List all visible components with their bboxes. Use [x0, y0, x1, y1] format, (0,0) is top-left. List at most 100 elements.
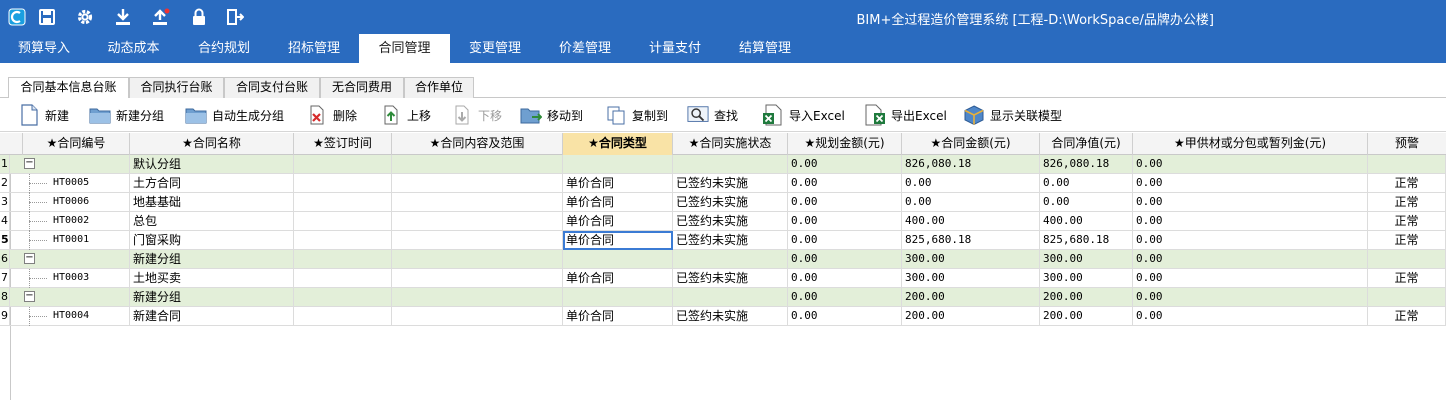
cell-planned[interactable]: 0.00	[788, 250, 902, 269]
download-icon[interactable]	[113, 7, 133, 27]
header-contract-scope[interactable]: ★合同内容及范围	[392, 133, 563, 155]
cell-net[interactable]: 825,680.18	[1040, 231, 1133, 250]
cell-type[interactable]: 单价合同	[563, 174, 673, 193]
move-to-button[interactable]: 移动到	[520, 103, 583, 127]
cell-status[interactable]: 已签约未实施	[673, 231, 788, 250]
header-sign-time[interactable]: ★签订时间	[294, 133, 392, 155]
lock-icon[interactable]	[189, 7, 209, 27]
cell-scope[interactable]	[392, 250, 563, 269]
menu-bidding[interactable]: 招标管理	[269, 34, 359, 63]
cell-code[interactable]: HT0004	[23, 307, 130, 326]
cell-name[interactable]: 土地买卖	[130, 269, 294, 288]
cell-type[interactable]	[563, 288, 673, 307]
cell-planned[interactable]: 0.00	[788, 307, 902, 326]
cell-amount[interactable]: 825,680.18	[902, 231, 1040, 250]
new-button[interactable]: 新建	[18, 103, 69, 127]
cell-type[interactable]	[563, 155, 673, 174]
cell-name[interactable]: 总包	[130, 212, 294, 231]
cell-supply[interactable]: 0.00	[1133, 193, 1368, 212]
cell-sign[interactable]	[294, 212, 392, 231]
tab-contract-payment-ledger[interactable]: 合同支付台账	[224, 77, 320, 98]
cell-type[interactable]: 单价合同	[563, 212, 673, 231]
menu-dynamic-cost[interactable]: 动态成本	[88, 34, 179, 63]
new-group-button[interactable]: 新建分组	[89, 103, 164, 127]
cell-planned[interactable]: 0.00	[788, 193, 902, 212]
group-row[interactable]: 1− 默认分组 0.00 826,080.18 826,080.18 0.00	[0, 155, 1446, 174]
cell-code[interactable]	[23, 250, 130, 269]
save-icon[interactable]	[37, 7, 57, 27]
copy-to-button[interactable]: 复制到	[605, 103, 668, 127]
cell-code[interactable]	[23, 288, 130, 307]
cell-planned[interactable]: 0.00	[788, 174, 902, 193]
cell-sign[interactable]	[294, 155, 392, 174]
cell-supply[interactable]: 0.00	[1133, 250, 1368, 269]
menu-settlement[interactable]: 结算管理	[720, 34, 810, 63]
cell-warn[interactable]: 正常	[1368, 193, 1446, 212]
cell-planned[interactable]: 0.00	[788, 231, 902, 250]
cell-scope[interactable]	[392, 307, 563, 326]
cell-status[interactable]: 已签约未实施	[673, 269, 788, 288]
cell-code[interactable]: HT0005	[23, 174, 130, 193]
settings-gear-icon[interactable]	[75, 7, 95, 27]
upload-icon[interactable]	[151, 7, 171, 27]
cell-supply[interactable]: 0.00	[1133, 174, 1368, 193]
cell-net[interactable]: 400.00	[1040, 212, 1133, 231]
header-planned-amount[interactable]: ★规划金额(元)	[788, 133, 902, 155]
cell-name[interactable]: 门窗采购	[130, 231, 294, 250]
cell-sign[interactable]	[294, 231, 392, 250]
show-linked-model-button[interactable]: 显示关联模型	[963, 103, 1062, 127]
cell-warn[interactable]: 正常	[1368, 174, 1446, 193]
cell-name[interactable]: 默认分组	[130, 155, 294, 174]
cell-warn[interactable]: 正常	[1368, 231, 1446, 250]
cell-amount[interactable]: 200.00	[902, 307, 1040, 326]
move-down-button[interactable]: 下移	[451, 103, 502, 127]
cell-sign[interactable]	[294, 269, 392, 288]
table-row[interactable]: 5 HT0001 门窗采购 单价合同 已签约未实施 0.00 825,680.18 825,6…	[0, 231, 1446, 250]
cell-warn[interactable]: 正常	[1368, 212, 1446, 231]
tab-partners[interactable]: 合作单位	[404, 77, 474, 98]
cell-net[interactable]: 300.00	[1040, 250, 1133, 269]
cell-name[interactable]: 新建合同	[130, 307, 294, 326]
cell-warn[interactable]: 正常	[1368, 269, 1446, 288]
header-warning[interactable]: 预警	[1368, 133, 1446, 155]
import-excel-button[interactable]: 导入Excel	[762, 103, 845, 127]
cell-amount[interactable]: 0.00	[902, 174, 1040, 193]
cell-name[interactable]: 新建分组	[130, 288, 294, 307]
cell-code[interactable]: HT0003	[23, 269, 130, 288]
header-implementation-status[interactable]: ★合同实施状态	[673, 133, 788, 155]
header-contract-amount[interactable]: ★合同金额(元)	[902, 133, 1040, 155]
header-owner-supply-amount[interactable]: ★甲供材或分包或暂列金(元)	[1133, 133, 1368, 155]
cell-supply[interactable]: 0.00	[1133, 269, 1368, 288]
cell-status[interactable]: 已签约未实施	[673, 212, 788, 231]
menu-change-management[interactable]: 变更管理	[450, 34, 540, 63]
cell-name[interactable]: 地基基础	[130, 193, 294, 212]
cell-type[interactable]: 单价合同	[563, 193, 673, 212]
cell-sign[interactable]	[294, 288, 392, 307]
cell-planned[interactable]: 0.00	[788, 288, 902, 307]
cell-status[interactable]	[673, 155, 788, 174]
menu-budget-import[interactable]: 预算导入	[0, 34, 88, 63]
group-row[interactable]: 8− 新建分组 0.00 200.00 200.00 0.00	[0, 288, 1446, 307]
move-up-button[interactable]: 上移	[380, 103, 431, 127]
cell-amount[interactable]: 0.00	[902, 193, 1040, 212]
cell-type[interactable]: 单价合同	[563, 231, 673, 250]
menu-price-diff[interactable]: 价差管理	[540, 34, 630, 63]
header-contract-code[interactable]: ★合同编号	[23, 133, 130, 155]
group-row[interactable]: 6− 新建分组 0.00 300.00 300.00 0.00	[0, 250, 1446, 269]
cell-scope[interactable]	[392, 174, 563, 193]
menu-contract-management[interactable]: 合同管理	[359, 34, 450, 63]
cell-sign[interactable]	[294, 174, 392, 193]
cell-code[interactable]: HT0002	[23, 212, 130, 231]
cell-status[interactable]	[673, 250, 788, 269]
cell-supply[interactable]: 0.00	[1133, 288, 1368, 307]
cell-scope[interactable]	[392, 212, 563, 231]
exit-icon[interactable]	[225, 7, 245, 27]
table-row[interactable]: 7 HT0003 土地买卖 单价合同 已签约未实施 0.00 300.00 300.00 0.0…	[0, 269, 1446, 288]
cell-type[interactable]	[563, 250, 673, 269]
cell-net[interactable]: 826,080.18	[1040, 155, 1133, 174]
cell-planned[interactable]: 0.00	[788, 212, 902, 231]
table-row[interactable]: 9 HT0004 新建合同 单价合同 已签约未实施 0.00 200.00 200.00 0.0…	[0, 307, 1446, 326]
tab-contract-basic-ledger[interactable]: 合同基本信息台账	[8, 77, 129, 99]
cell-scope[interactable]	[392, 231, 563, 250]
menu-contract-planning[interactable]: 合约规划	[179, 34, 269, 63]
